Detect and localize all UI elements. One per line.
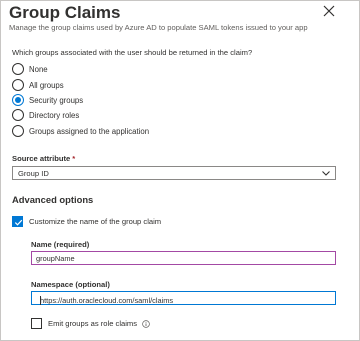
source-attribute-value: Group ID <box>18 169 49 178</box>
name-input[interactable]: groupName <box>31 251 336 265</box>
emit-role-claims-checkbox[interactable] <box>31 318 42 329</box>
close-icon <box>323 5 335 17</box>
radio-label: Groups assigned to the application <box>29 126 150 136</box>
chevron-down-icon <box>322 171 330 176</box>
radio-label: Security groups <box>29 95 84 105</box>
checkmark-icon <box>14 219 23 226</box>
radio-option-groups-assigned[interactable]: Groups assigned to the application <box>12 124 149 138</box>
radio-option-security-groups[interactable]: Security groups <box>12 93 83 107</box>
name-field-label: Name (required) <box>31 240 90 249</box>
source-attribute-select[interactable]: Group ID <box>12 166 336 180</box>
emit-role-claims-label: Emit groups as role claims <box>48 319 138 328</box>
namespace-field-label: Namespace (optional) <box>31 280 110 289</box>
radio-option-all-groups[interactable]: All groups <box>12 78 64 92</box>
radio-button[interactable] <box>12 79 24 91</box>
close-button[interactable] <box>321 3 337 19</box>
radio-label: All groups <box>29 80 64 90</box>
radio-button[interactable] <box>12 63 24 75</box>
customize-claim-name-option[interactable]: Customize the name of the group claim <box>12 216 161 227</box>
namespace-input-text: https://auth.oraclecloud.com/saml/claims <box>40 296 174 305</box>
customize-claim-name-checkbox[interactable] <box>12 216 23 227</box>
radio-option-directory-roles[interactable]: Directory roles <box>12 108 79 122</box>
emit-role-claims-option[interactable]: Emit groups as role claims <box>31 318 150 329</box>
advanced-options-heading: Advanced options <box>12 194 94 205</box>
source-attribute-label-text: Source attribute <box>12 154 71 163</box>
required-marker: * <box>72 154 76 163</box>
radio-button[interactable] <box>12 125 24 137</box>
customize-claim-name-label: Customize the name of the group claim <box>29 217 162 226</box>
source-attribute-label: Source attribute * <box>12 154 75 163</box>
radio-button[interactable] <box>12 109 24 121</box>
namespace-input[interactable]: https://auth.oraclecloud.com/saml/claims <box>31 291 336 305</box>
radio-label: None <box>29 64 48 74</box>
radio-label: Directory roles <box>29 110 80 120</box>
info-icon[interactable] <box>142 319 150 328</box>
radio-button-selected[interactable] <box>12 94 24 106</box>
radio-option-none[interactable]: None <box>12 62 48 76</box>
panel-title: Group Claims <box>9 3 121 22</box>
group-claims-panel: Group Claims Manage the group claims use… <box>0 0 360 341</box>
groups-question: Which groups associated with the user sh… <box>12 48 253 57</box>
text-caret <box>40 296 41 305</box>
panel-subtitle: Manage the group claims used by Azure AD… <box>9 23 308 32</box>
name-input-value: groupName <box>36 254 75 263</box>
